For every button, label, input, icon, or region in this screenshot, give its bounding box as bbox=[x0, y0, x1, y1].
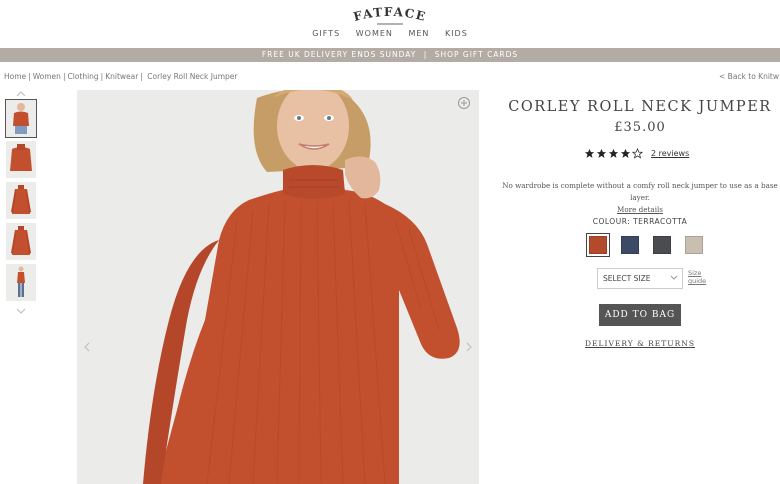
star-filled-icon bbox=[608, 148, 619, 158]
size-select[interactable]: SELECT SIZE bbox=[597, 268, 683, 289]
nav-item-women[interactable]: WOMEN bbox=[356, 29, 393, 38]
delivery-returns-link[interactable]: DELIVERY & RETURNS bbox=[585, 339, 695, 348]
breadcrumb-separator: | bbox=[100, 72, 104, 81]
back-to-knitwear-link[interactable]: < Back to Knitw bbox=[719, 72, 779, 81]
size-select-value: SELECT SIZE bbox=[603, 274, 651, 283]
breadcrumb-knitwear[interactable]: Knitwear bbox=[105, 72, 138, 81]
swatch-charcoal[interactable] bbox=[650, 233, 674, 257]
breadcrumb-current: Corley Roll Neck Jumper bbox=[147, 72, 238, 81]
promo-delivery-link[interactable]: FREE UK DELIVERY ENDS SUNDAY bbox=[262, 50, 417, 59]
chevron-left-icon bbox=[84, 342, 90, 352]
breadcrumb-home[interactable]: Home bbox=[4, 72, 26, 81]
chevron-down-icon bbox=[16, 308, 26, 314]
brand-logo[interactable]: FATFACE bbox=[0, 4, 780, 30]
thumbnail-model-front[interactable] bbox=[5, 99, 37, 138]
size-guide-link[interactable]: Size guide bbox=[688, 269, 710, 285]
breadcrumb-separator: | bbox=[28, 72, 31, 81]
jumper-flat-back-thumbnail-icon bbox=[6, 223, 36, 260]
breadcrumb-clothing[interactable]: Clothing bbox=[67, 72, 98, 81]
model-front-thumbnail-icon bbox=[6, 100, 36, 137]
thumbnails-down-button[interactable] bbox=[5, 305, 37, 317]
breadcrumb-separator: | bbox=[140, 72, 143, 81]
breadcrumb: Home | Women | Clothing | Knitwear | Corley Rol… bbox=[4, 72, 238, 81]
main-nav: GIFTS WOMEN MEN KIDS bbox=[0, 29, 780, 38]
star-filled-icon bbox=[620, 148, 631, 158]
nav-item-kids[interactable]: KIDS bbox=[445, 29, 468, 38]
zoom-plus-icon bbox=[458, 97, 470, 109]
star-filled-icon bbox=[584, 148, 595, 158]
logo-arc-text: FATFACE bbox=[352, 5, 428, 25]
rating-stars bbox=[584, 148, 643, 159]
thumbnail-jumper-detail[interactable] bbox=[6, 141, 36, 178]
delivery-returns: DELIVERY & RETURNS bbox=[490, 339, 780, 348]
product-title: CORLEY ROLL NECK JUMPER bbox=[508, 99, 772, 115]
nav-item-men[interactable]: MEN bbox=[408, 29, 429, 38]
thumbnail-jumper-flat-front[interactable] bbox=[6, 182, 36, 219]
image-next-button[interactable] bbox=[463, 340, 475, 354]
add-to-bag-button[interactable]: ADD TO BAG bbox=[599, 304, 681, 326]
nav-item-gifts[interactable]: GIFTS bbox=[312, 29, 340, 38]
promo-gift-cards-link[interactable]: SHOP GIFT CARDS bbox=[435, 50, 519, 59]
thumbnail-model-full-length[interactable] bbox=[6, 264, 36, 301]
jumper-detail-thumbnail-icon bbox=[6, 141, 36, 178]
product-description: No wardrobe is complete without a comfy … bbox=[498, 180, 780, 216]
reviews-link[interactable]: 2 reviews bbox=[651, 149, 689, 158]
star-empty-icon bbox=[632, 148, 643, 159]
product-price: £35.00 bbox=[614, 120, 666, 135]
swatch-oatmeal[interactable] bbox=[682, 233, 706, 257]
zoom-button[interactable] bbox=[457, 96, 471, 110]
promo-bar: FREE UK DELIVERY ENDS SUNDAY | SHOP GIFT… bbox=[0, 48, 780, 62]
colour-label: COLOUR: TERRACOTTA bbox=[592, 217, 688, 226]
svg-text:FATFACE: FATFACE bbox=[352, 5, 428, 24]
swatch-navy[interactable] bbox=[618, 233, 642, 257]
product-main-image[interactable] bbox=[77, 90, 479, 484]
model-full-length-thumbnail-icon bbox=[6, 264, 36, 301]
star-filled-icon bbox=[596, 148, 607, 158]
jumper-flat-front-thumbnail-icon bbox=[6, 182, 36, 219]
breadcrumb-separator: | bbox=[62, 72, 66, 81]
image-prev-button[interactable] bbox=[81, 340, 93, 354]
chevron-right-icon bbox=[466, 342, 472, 352]
chevron-down-icon bbox=[670, 275, 678, 280]
thumbnail-jumper-flat-back[interactable] bbox=[6, 223, 36, 260]
thumbnails-up-button[interactable] bbox=[5, 88, 37, 100]
chevron-up-icon bbox=[16, 91, 26, 97]
model-wearing-jumper-image bbox=[77, 90, 479, 484]
more-details-link[interactable]: More details bbox=[498, 204, 780, 216]
swatch-terracotta[interactable] bbox=[586, 233, 610, 257]
promo-separator: | bbox=[423, 50, 428, 59]
thumbnail-strip bbox=[5, 88, 37, 317]
product-rating: 2 reviews bbox=[584, 148, 689, 159]
breadcrumb-women[interactable]: Women bbox=[33, 72, 61, 81]
colour-swatches bbox=[586, 233, 706, 257]
description-text: No wardrobe is complete without a comfy … bbox=[502, 181, 778, 202]
